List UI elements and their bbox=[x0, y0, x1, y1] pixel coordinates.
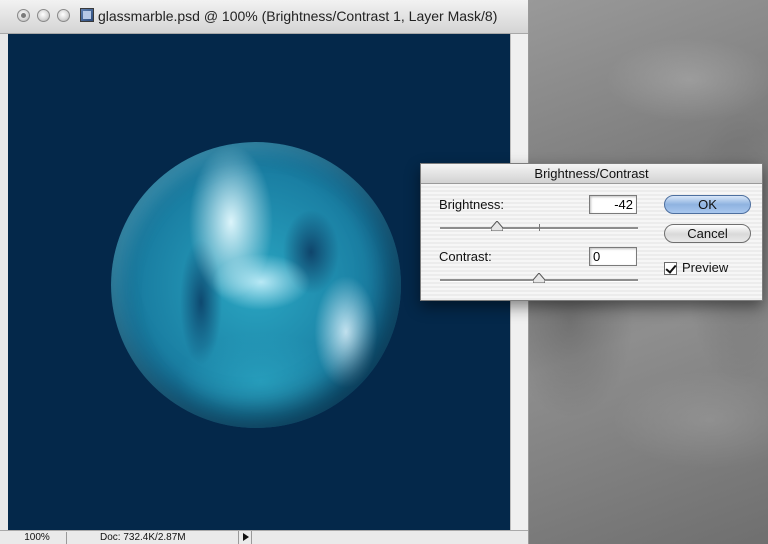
document-titlebar[interactable]: glassmarble.psd @ 100% (Brightness/Contr… bbox=[0, 0, 528, 34]
document-size-info: Doc: 732.4K/2.87M bbox=[100, 532, 186, 543]
brightness-label: Brightness: bbox=[439, 197, 505, 212]
glass-marble-image bbox=[111, 142, 401, 428]
status-bar: 100% Doc: 732.4K/2.87M bbox=[0, 530, 528, 544]
preview-label: Preview bbox=[682, 260, 729, 275]
dialog-title[interactable]: Brightness/Contrast bbox=[421, 164, 762, 184]
ok-button[interactable]: OK bbox=[664, 195, 751, 214]
contrast-field[interactable] bbox=[589, 247, 637, 266]
close-icon[interactable] bbox=[17, 9, 30, 22]
psd-document-icon bbox=[80, 8, 94, 22]
document-title: glassmarble.psd @ 100% (Brightness/Contr… bbox=[98, 8, 498, 24]
contrast-slider-thumb[interactable] bbox=[533, 273, 545, 283]
triangle-up-icon bbox=[491, 221, 504, 231]
zoom-icon[interactable] bbox=[57, 9, 70, 22]
cancel-button[interactable]: Cancel bbox=[664, 224, 751, 243]
brightness-field[interactable] bbox=[589, 195, 637, 214]
triangle-right-icon[interactable] bbox=[238, 531, 252, 544]
zoom-level-field[interactable]: 100% bbox=[8, 532, 67, 544]
preview-checkbox[interactable] bbox=[664, 262, 677, 275]
brightness-slider-thumb[interactable] bbox=[491, 221, 504, 231]
brightness-slider-center-tick bbox=[539, 224, 540, 231]
triangle-up-icon bbox=[533, 273, 545, 283]
contrast-label: Contrast: bbox=[439, 249, 492, 264]
minimize-icon[interactable] bbox=[37, 9, 50, 22]
